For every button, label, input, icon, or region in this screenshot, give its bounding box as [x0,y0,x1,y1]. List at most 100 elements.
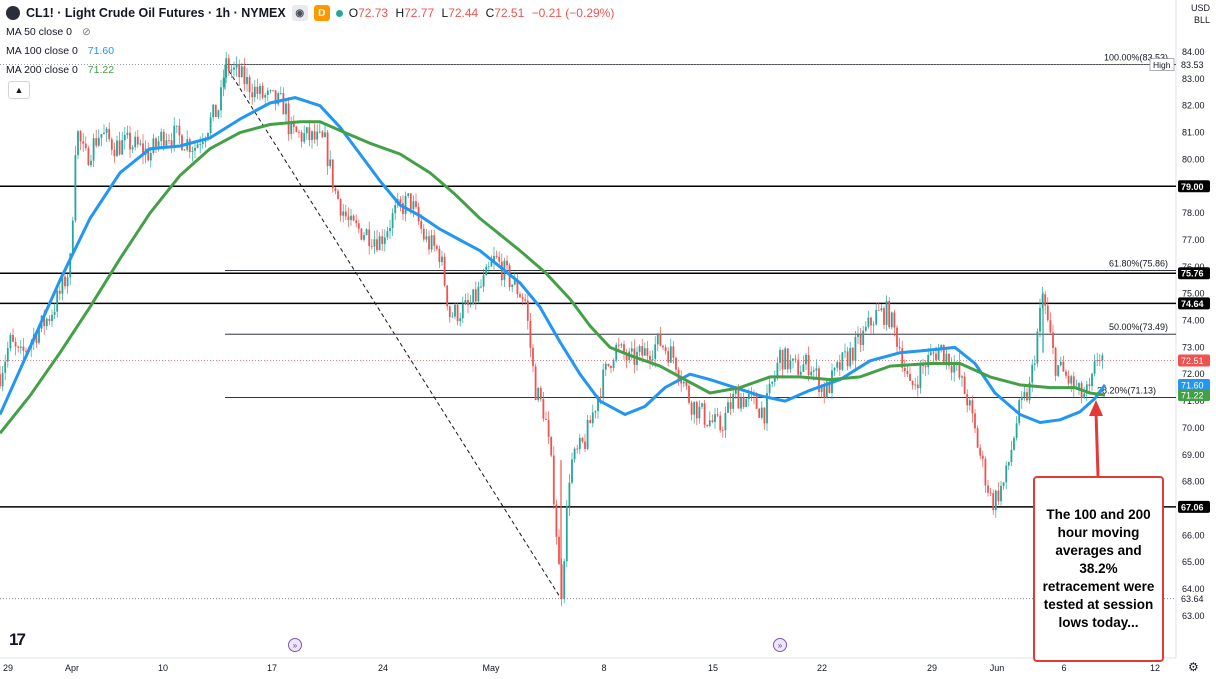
candle-body [909,374,911,381]
candle-body [389,228,391,232]
d-badge[interactable]: D [313,5,330,21]
candle-body [1033,363,1036,365]
candle-body [607,363,610,366]
candle-body [209,117,212,133]
candle-body [170,140,173,146]
candle-body [534,366,537,401]
candle-body [669,346,672,363]
candle-body [602,369,605,398]
candle-body [981,455,984,459]
candle-body [698,406,701,419]
candle-body [961,376,963,378]
candle-body [807,355,810,376]
candle-body [950,365,953,373]
indicator-ma200[interactable]: MA 200 close 0 71.22 [6,64,114,76]
settings-gear-icon[interactable]: ⚙ [1188,660,1199,674]
candle-body [165,140,168,146]
candle-body [1088,384,1091,387]
candle-body [953,364,956,373]
candle-body [672,346,675,358]
candle-body [48,318,51,322]
candle-body [558,536,560,565]
y-tick-label: 64.00 [1182,584,1205,594]
collapse-indicators-button[interactable]: ▲ [8,81,30,99]
candle-body [433,235,436,246]
candle-body [563,561,566,600]
candle-body [19,346,22,348]
candle-body [729,402,732,409]
x-tick-label: 10 [158,663,168,673]
candle-body [599,396,602,398]
candle-body [550,436,553,456]
candle-body [1023,392,1026,397]
candle-body [688,385,690,403]
candle-body [721,430,724,432]
candle-body [337,191,339,200]
indicator-ma100[interactable]: MA 100 close 0 71.60 [6,45,114,57]
candle-body [617,344,620,346]
candle-body [610,365,612,369]
y-tick-label: 63.00 [1182,611,1205,621]
fib-level-label: 50.00%(73.49) [1109,322,1168,332]
eye-icon[interactable]: ◉ [291,5,308,21]
candle-body [810,371,813,376]
candle-body [763,407,766,424]
candle-body [589,420,592,424]
candle-body [1015,423,1018,438]
candle-body [630,348,633,352]
candle-body [1052,332,1054,348]
candle-body [612,360,615,369]
candle-body [1054,347,1057,376]
candle-body [1057,365,1060,376]
candle-body [714,414,716,423]
candle-body [430,235,433,250]
candle-body [240,66,243,78]
candle-body [391,213,394,229]
candle-body [846,351,849,367]
candle-body [867,317,870,327]
candle-body [201,141,204,145]
candle-body [235,64,238,68]
candle-body [664,347,667,352]
x-tick-label: 29 [927,663,937,673]
candle-body [227,58,230,72]
price-badge-label: 79.00 [1181,182,1204,192]
indicator-ma50[interactable]: MA 50 close 0 ⊘ [6,26,91,38]
candle-body [448,306,451,317]
candle-body [786,348,789,370]
candle-body [1049,320,1052,333]
candle-body [682,381,685,384]
candle-body [175,125,178,127]
candle-body [464,300,467,304]
candle-body [812,370,815,372]
candle-body [576,448,579,450]
candle-body [877,310,880,311]
candle-body [287,103,290,135]
hidden-eye-icon[interactable]: ⊘ [82,26,91,38]
candle-body [656,333,659,345]
candle-body [542,399,545,419]
candle-body [594,411,597,413]
candle-body [802,364,805,372]
candle-body [451,316,454,318]
candle-body [849,347,852,367]
candle-body [435,245,438,249]
candle-body [916,384,919,389]
candle-body [1065,371,1067,376]
candle-body [724,412,727,431]
candle-body [485,266,488,276]
candle-body [415,201,417,207]
candle-body [300,132,303,142]
currency-unit[interactable]: USD BLL [1191,2,1210,26]
symbol-title[interactable]: CL1! · Light Crude Oil Futures · 1h · NY… [26,6,286,20]
event-marker-icon[interactable]: » [288,638,302,652]
event-marker-icon[interactable]: » [773,638,787,652]
candle-body [571,459,573,483]
candle-body [927,355,930,368]
annotation-arrow-shaft [1094,411,1100,477]
candle-body [368,229,371,247]
candle-body [896,327,898,347]
candle-body [1044,294,1047,306]
candle-body [703,403,706,425]
candle-body [217,110,220,117]
